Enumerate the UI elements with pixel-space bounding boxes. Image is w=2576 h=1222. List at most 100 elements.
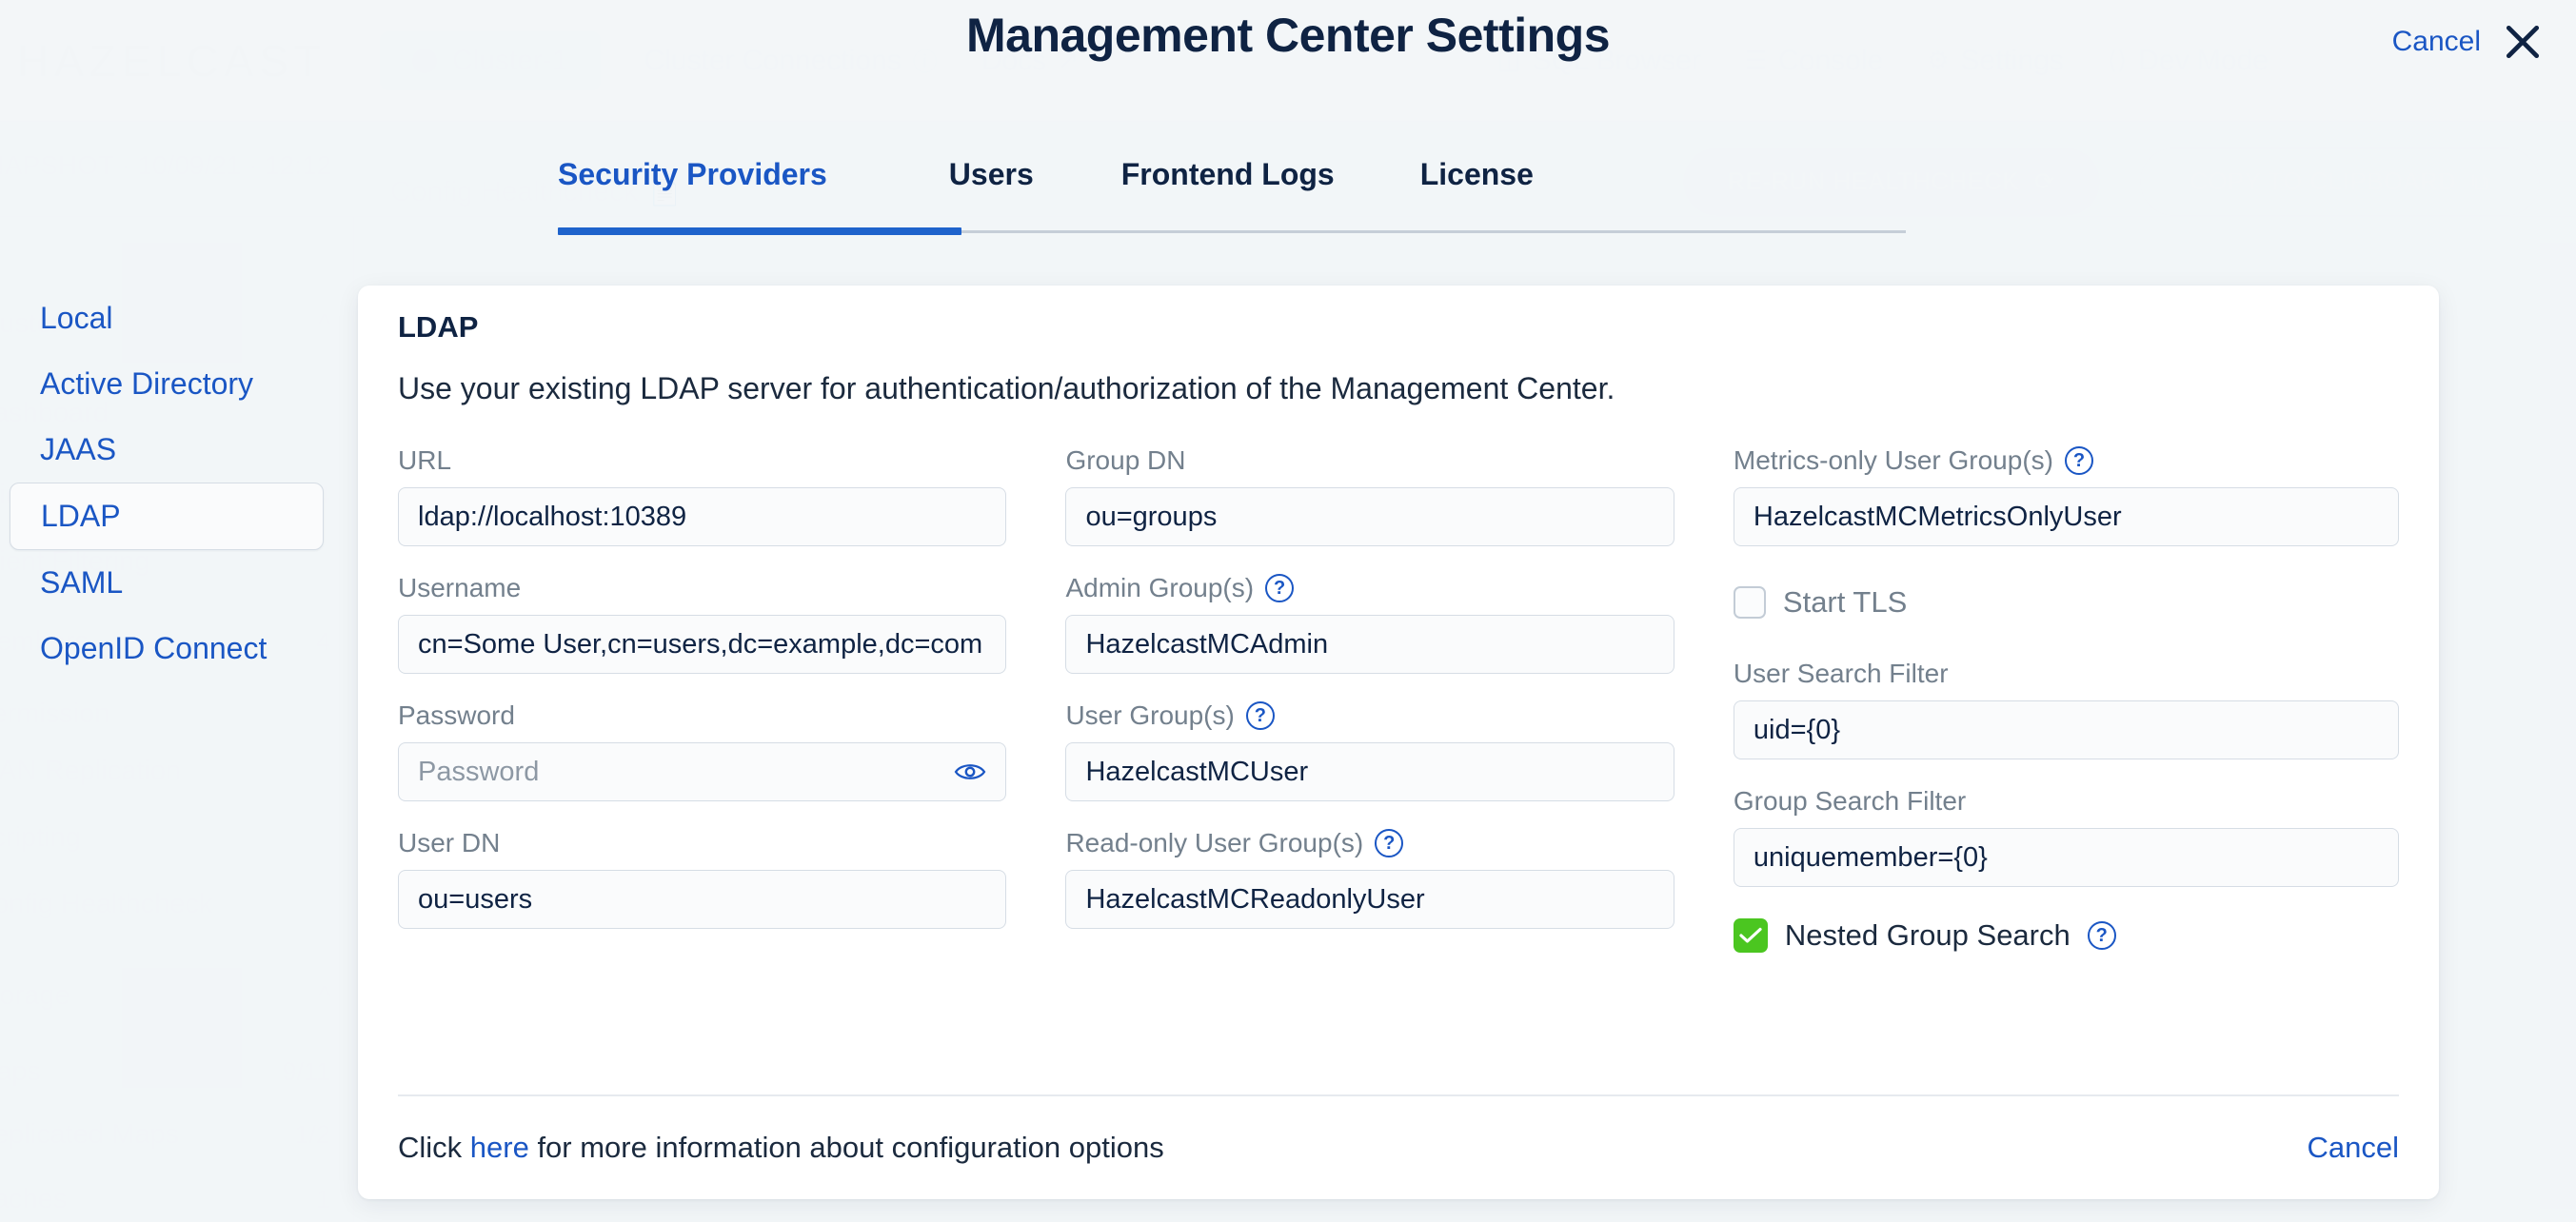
user-groups-input[interactable]: HazelcastMCUser	[1065, 742, 1674, 801]
input-value: uniquemember={0}	[1753, 841, 1988, 873]
app-root: HAZELCAST Cluster-1 Cluster Connections …	[0, 0, 2576, 1222]
help-icon[interactable]: ?	[1265, 574, 1295, 602]
nested-group-search-label: Nested Group Search	[1784, 918, 2071, 952]
password-input[interactable]: Password	[398, 742, 1007, 801]
field-user-groups: User Group(s) ? HazelcastMCUser	[1065, 700, 1674, 801]
close-icon[interactable]	[2502, 21, 2544, 63]
label-text: Username	[398, 573, 522, 602]
field-label: User DN	[398, 828, 1006, 858]
readonly-user-groups-input[interactable]: HazelcastMCReadonlyUser	[1065, 870, 1674, 929]
checkmark-icon	[1739, 927, 1762, 943]
page-title: Management Center Settings	[965, 9, 1611, 62]
card-divider	[398, 1094, 2399, 1096]
input-value: ldap://localhost:10389	[418, 501, 687, 532]
tab-frontend-logs[interactable]: Frontend Logs	[1121, 157, 1335, 213]
tab-security-providers[interactable]: Security Providers	[558, 157, 827, 213]
footer-text-after: for more information about configuration…	[528, 1131, 1164, 1164]
nested-group-search-row[interactable]: Nested Group Search ?	[1733, 906, 2399, 965]
cancel-link-top[interactable]: Cancel	[2392, 26, 2481, 58]
label-text: URL	[398, 445, 452, 475]
field-group-dn: Group DN ou=groups	[1065, 445, 1674, 546]
tab-users[interactable]: Users	[949, 157, 1034, 213]
provider-item-local[interactable]: Local	[10, 286, 324, 351]
field-user-search-filter: User Search Filter uid={0}	[1733, 659, 2399, 759]
admin-groups-input[interactable]: HazelcastMCAdmin	[1065, 615, 1674, 674]
help-icon[interactable]: ?	[2087, 921, 2116, 950]
field-label: Group DN	[1065, 445, 1674, 476]
help-icon[interactable]: ?	[1245, 701, 1275, 730]
field-label: URL	[398, 445, 1006, 476]
card-footer: Click here for more information about co…	[398, 1119, 2399, 1176]
provider-item-ldap[interactable]: LDAP	[10, 483, 324, 550]
footer-info-text: Click here for more information about co…	[398, 1131, 1164, 1165]
form-column-3: Metrics-only User Group(s) ? HazelcastMC…	[1733, 445, 2399, 992]
username-input[interactable]: cn=Some User,cn=users,dc=example,dc=com	[398, 615, 1007, 674]
provider-item-active-directory[interactable]: Active Directory	[10, 351, 324, 417]
modal-header-actions: Cancel	[2392, 21, 2544, 63]
label-text: Read-only User Group(s)	[1065, 828, 1364, 857]
start-tls-row[interactable]: Start TLS	[1733, 573, 2399, 632]
tab-license[interactable]: License	[1420, 157, 1534, 213]
label-text: Metrics-only User Group(s)	[1733, 445, 2053, 475]
input-value: HazelcastMCAdmin	[1085, 628, 1329, 660]
label-text: User Search Filter	[1733, 659, 1949, 688]
input-value: HazelcastMCReadonlyUser	[1085, 883, 1425, 915]
field-user-dn: User DN ou=users	[398, 828, 1007, 929]
field-label: Metrics-only User Group(s) ?	[1734, 445, 2399, 476]
start-tls-checkbox[interactable]	[1733, 586, 1766, 619]
group-dn-input[interactable]: ou=groups	[1065, 487, 1674, 546]
field-label: Group Search Filter	[1734, 786, 2399, 817]
card-title: LDAP	[398, 310, 479, 344]
input-value: cn=Some User,cn=users,dc=example,dc=com	[418, 628, 983, 660]
field-admin-groups: Admin Group(s) ? HazelcastMCAdmin	[1065, 573, 1674, 674]
label-text: Group Search Filter	[1733, 786, 1967, 816]
settings-tabs: Security Providers Users Frontend Logs L…	[558, 157, 1906, 213]
input-value: uid={0}	[1753, 714, 1841, 745]
label-text: User Group(s)	[1065, 700, 1235, 730]
ldap-form-grid: URL ldap://localhost:10389 Username cn=S…	[398, 445, 2399, 992]
input-value: ou=users	[418, 883, 533, 915]
provider-item-jaas[interactable]: JAAS	[10, 417, 324, 483]
label-text: Group DN	[1065, 445, 1186, 475]
field-metrics-only-user-groups: Metrics-only User Group(s) ? HazelcastMC…	[1733, 445, 2399, 546]
nested-group-search-checkbox[interactable]	[1733, 918, 1768, 953]
field-label: Read-only User Group(s) ?	[1065, 828, 1674, 858]
label-text: Password	[398, 700, 515, 730]
group-search-filter-input[interactable]: uniquemember={0}	[1733, 828, 2399, 887]
card-description: Use your existing LDAP server for authen…	[398, 371, 1615, 405]
start-tls-label: Start TLS	[1782, 585, 1908, 619]
metrics-only-user-groups-input[interactable]: HazelcastMCMetricsOnlyUser	[1733, 487, 2399, 546]
field-readonly-user-groups: Read-only User Group(s) ? HazelcastMCRea…	[1065, 828, 1674, 929]
label-text: Admin Group(s)	[1065, 573, 1255, 602]
user-dn-input[interactable]: ou=users	[398, 870, 1007, 929]
help-icon[interactable]: ?	[1375, 829, 1404, 857]
form-column-1: URL ldap://localhost:10389 Username cn=S…	[398, 445, 1065, 992]
field-password: Password Password	[398, 700, 1007, 801]
security-provider-nav: Local Active Directory JAAS LDAP SAML Op…	[10, 286, 324, 681]
input-value: ou=groups	[1085, 501, 1218, 532]
field-group-search-filter: Group Search Filter uniquemember={0}	[1733, 786, 2399, 887]
cancel-button-bottom[interactable]: Cancel	[2308, 1131, 2400, 1165]
field-label: Password	[398, 700, 1006, 731]
label-text: User DN	[398, 828, 501, 857]
input-placeholder: Password	[418, 756, 540, 787]
ldap-settings-card: LDAP Use your existing LDAP server for a…	[358, 286, 2439, 1199]
field-label: Admin Group(s) ?	[1065, 573, 1674, 603]
input-value: HazelcastMCUser	[1085, 756, 1309, 787]
provider-item-saml[interactable]: SAML	[10, 550, 324, 616]
provider-item-openid-connect[interactable]: OpenID Connect	[10, 616, 324, 681]
field-label: User Group(s) ?	[1065, 700, 1674, 731]
url-input[interactable]: ldap://localhost:10389	[398, 487, 1007, 546]
user-search-filter-input[interactable]: uid={0}	[1733, 700, 2399, 759]
docs-link[interactable]: here	[470, 1131, 529, 1164]
field-label: Username	[398, 573, 1006, 603]
input-value: HazelcastMCMetricsOnlyUser	[1753, 501, 2122, 532]
help-icon[interactable]: ?	[2064, 446, 2093, 475]
eye-icon[interactable]	[954, 760, 986, 783]
field-username: Username cn=Some User,cn=users,dc=exampl…	[398, 573, 1007, 674]
form-column-2: Group DN ou=groups Admin Group(s) ? Haze…	[1065, 445, 1733, 992]
footer-text-before: Click	[398, 1131, 470, 1164]
field-url: URL ldap://localhost:10389	[398, 445, 1007, 546]
field-label: User Search Filter	[1734, 659, 2399, 689]
tabs-active-indicator	[558, 227, 961, 235]
